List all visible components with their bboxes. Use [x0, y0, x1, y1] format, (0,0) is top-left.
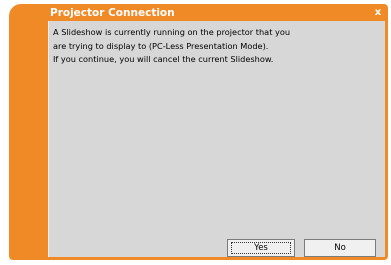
- message-line-3: If you continue, you will cancel the cur…: [53, 54, 274, 64]
- dialog-content: A Slideshow is currently running on the …: [48, 21, 385, 257]
- no-button-label: No: [334, 243, 346, 253]
- yes-button[interactable]: Yes: [227, 239, 295, 257]
- message-line-1: A Slideshow is currently running on the …: [53, 27, 291, 37]
- dialog-title: Projector Connection: [50, 7, 175, 19]
- close-icon[interactable]: x: [372, 6, 384, 19]
- message-line-2: are trying to display to (PC-Less Presen…: [53, 40, 269, 51]
- no-button[interactable]: No: [304, 239, 376, 257]
- warning-message: A Slideshow is currently running on the …: [53, 26, 378, 67]
- projector-connection-dialog: Projector Connection x A Slideshow is cu…: [0, 0, 391, 265]
- focus-ring: [231, 242, 291, 254]
